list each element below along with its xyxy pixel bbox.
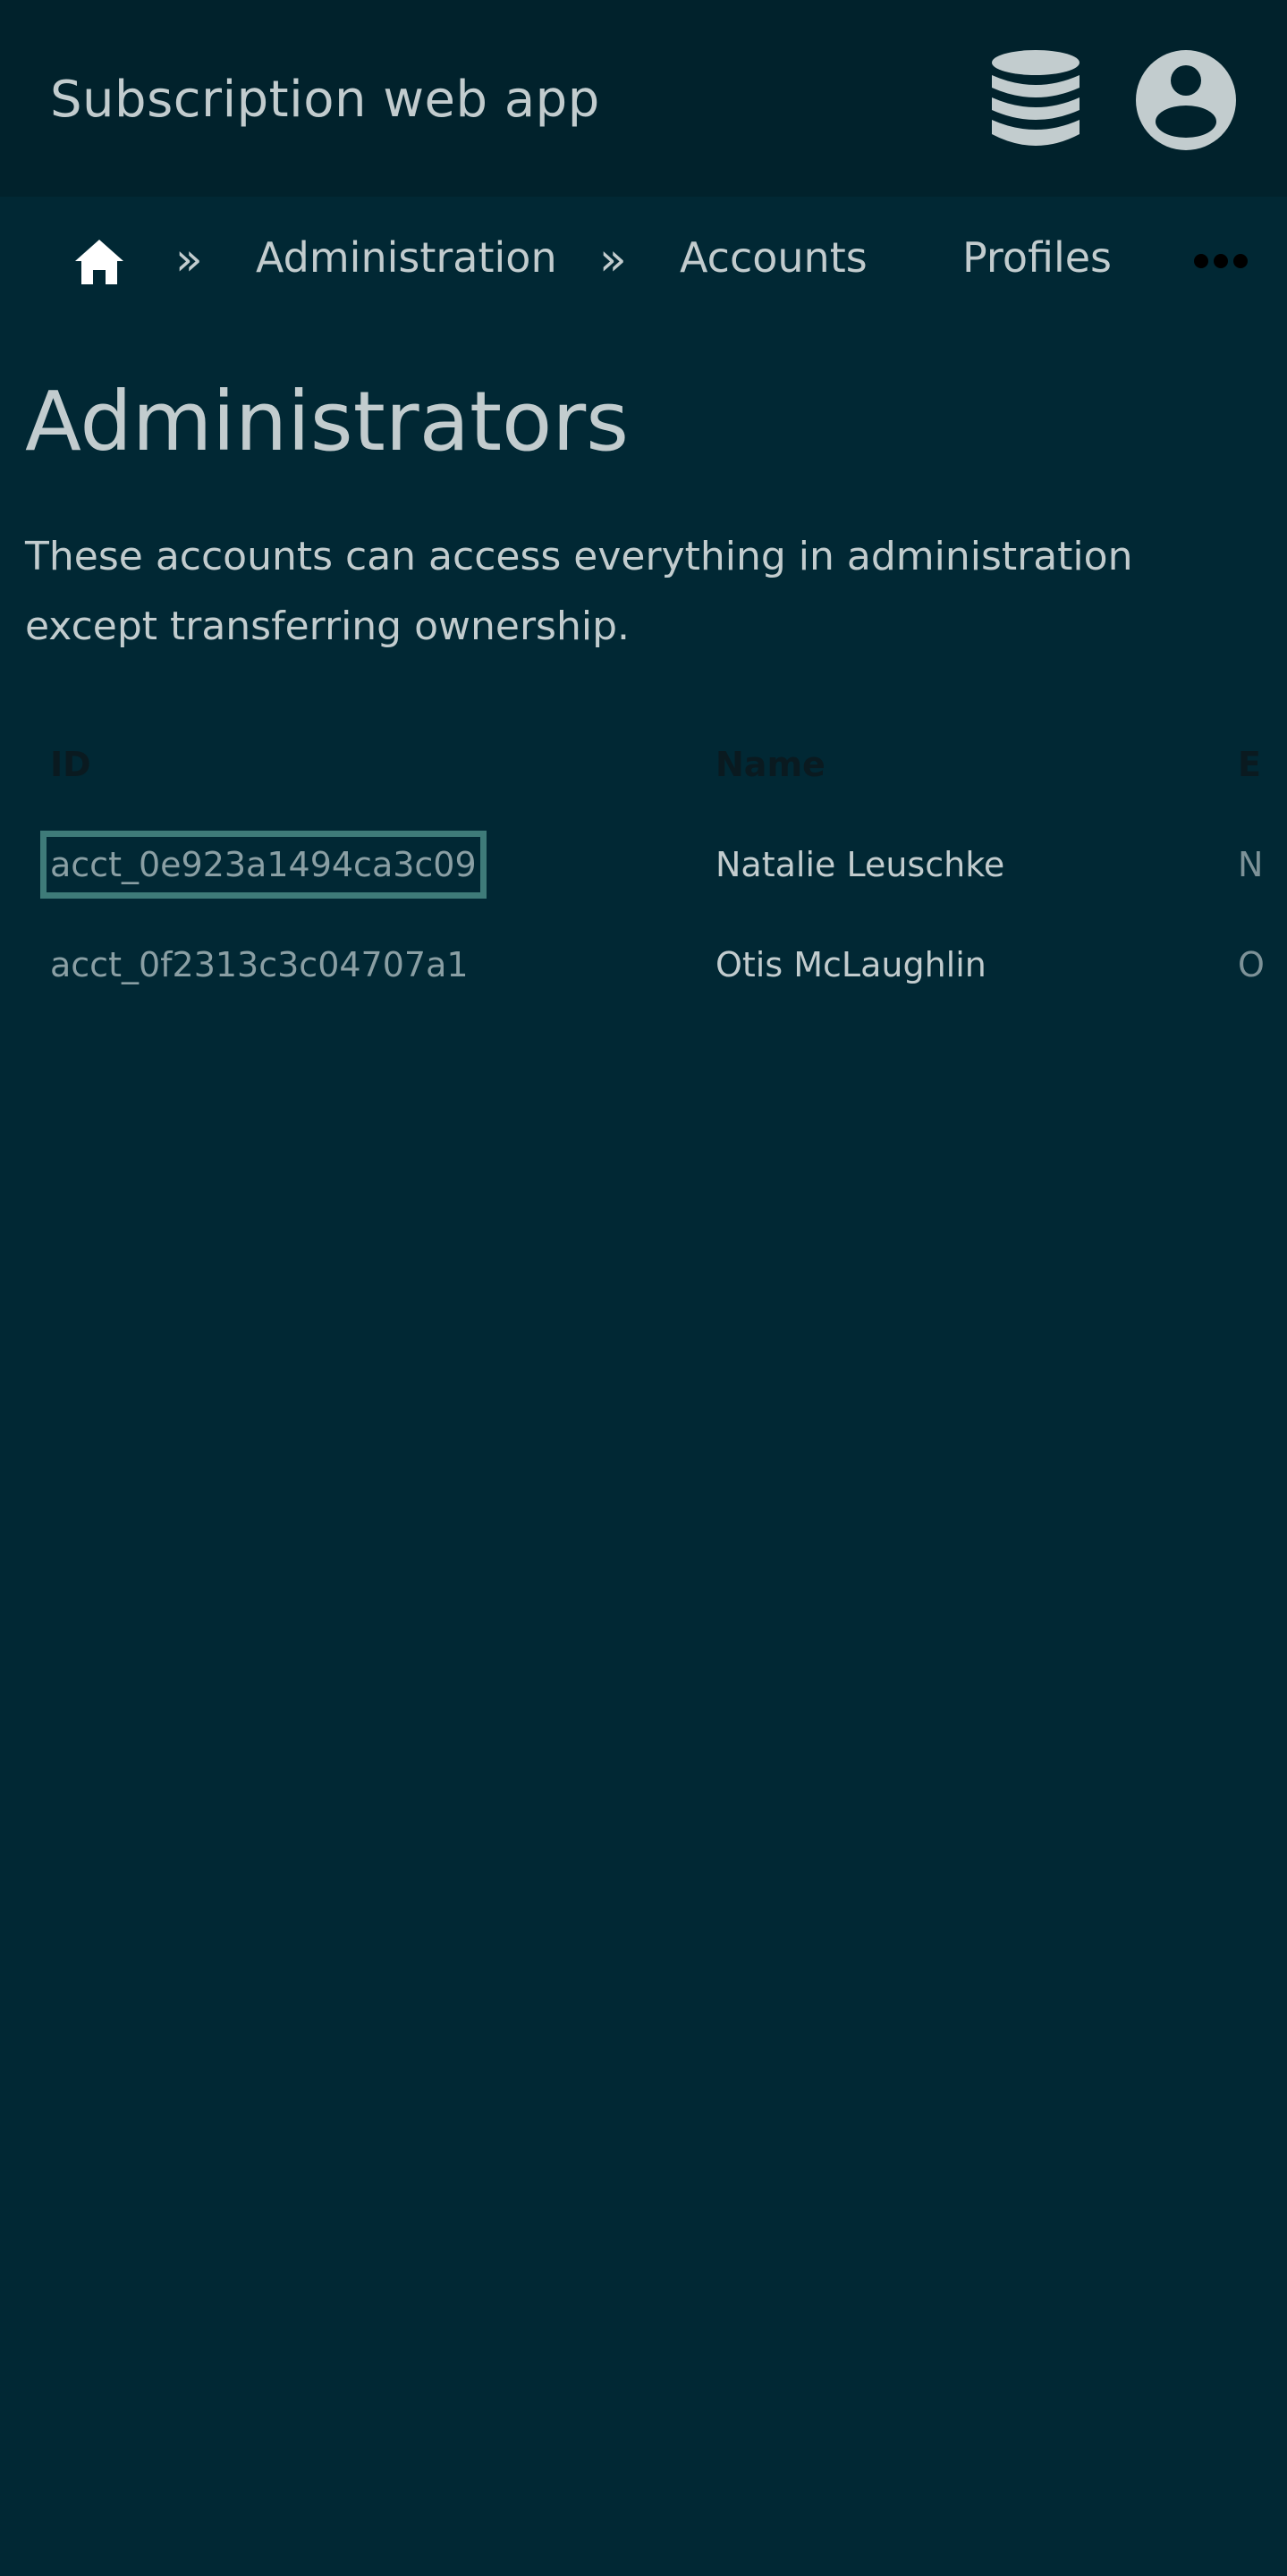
breadcrumb-item-administration[interactable]: Administration — [256, 231, 557, 284]
account-id-link[interactable]: acct_0e923a1494ca3c09 — [40, 831, 487, 899]
account-circle-icon[interactable] — [1136, 50, 1236, 150]
home-icon[interactable] — [73, 238, 125, 286]
page-description: These accounts can access everything in … — [25, 534, 1133, 649]
column-header-id[interactable]: ID — [50, 740, 91, 789]
page-title: Administrators — [25, 374, 630, 469]
account-name: Natalie Leuschke — [715, 845, 1005, 884]
database-icon[interactable] — [991, 48, 1080, 152]
breadcrumb-separator: » — [175, 233, 203, 285]
column-header-e[interactable]: E — [1238, 740, 1265, 789]
account-e-cell: O — [1238, 945, 1265, 984]
column-header-name[interactable]: Name — [715, 740, 826, 789]
breadcrumb-item-profiles[interactable]: Profiles — [962, 231, 1112, 284]
more-horizontal-icon[interactable] — [1193, 252, 1249, 270]
account-id-link[interactable]: acct_0f2313c3c04707a1 — [50, 941, 469, 989]
breadcrumb: » Administration » Accounts Profiles — [0, 197, 1287, 322]
breadcrumb-separator: » — [599, 233, 627, 285]
account-name: Otis McLaughlin — [715, 945, 986, 984]
app-title[interactable]: Subscription web app — [50, 68, 600, 132]
app-header: Subscription web app — [0, 0, 1287, 197]
breadcrumb-item-accounts[interactable]: Accounts — [680, 231, 868, 284]
account-e-cell: N — [1238, 845, 1264, 884]
